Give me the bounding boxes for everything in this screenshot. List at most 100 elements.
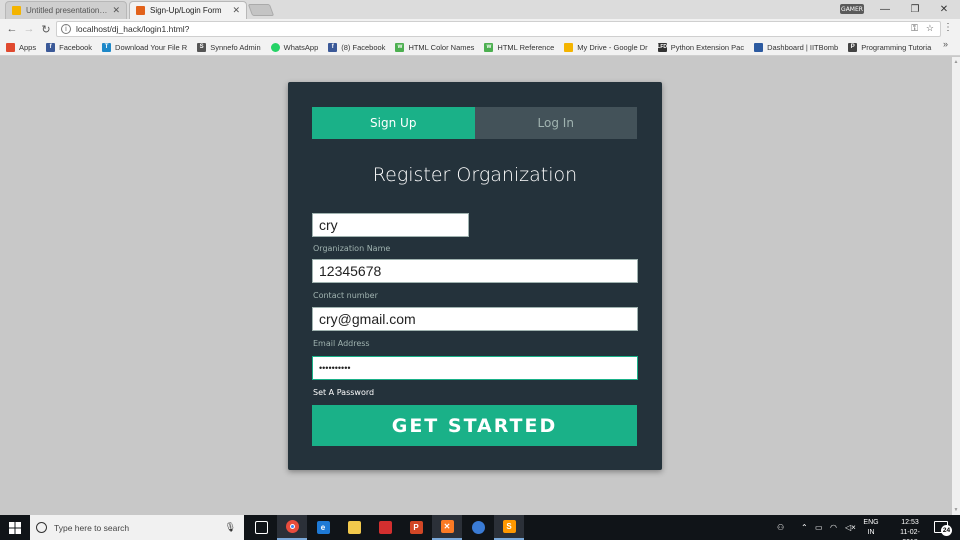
slides-icon bbox=[12, 6, 21, 15]
tray-overflow-icon[interactable]: ⌃ bbox=[801, 515, 808, 540]
language-indicator[interactable]: ENG IN bbox=[861, 518, 881, 538]
signup-form-panel: Sign Up Log In Register Organization Org… bbox=[288, 82, 662, 470]
contact-number-input[interactable] bbox=[312, 259, 638, 283]
volume-icon[interactable]: ◁× bbox=[845, 515, 856, 540]
battery-icon[interactable]: ▭ bbox=[815, 515, 823, 540]
bookmark-label: My Drive - Google Dr bbox=[577, 42, 648, 52]
start-button[interactable] bbox=[0, 515, 30, 540]
bookmark-label: HTML Color Names bbox=[408, 42, 475, 52]
email-input[interactable] bbox=[312, 307, 638, 331]
window-close-icon[interactable]: ✕ bbox=[929, 0, 959, 19]
close-icon[interactable]: ✕ bbox=[112, 5, 120, 16]
wifi-icon[interactable]: ◠ bbox=[830, 515, 837, 540]
bookmark-label: Download Your File R bbox=[115, 42, 188, 52]
action-center-icon[interactable]: 24 bbox=[934, 521, 952, 536]
bookmark-python-ext[interactable]: LFD Python Extension Pac bbox=[657, 42, 744, 52]
info-icon[interactable]: i bbox=[61, 24, 71, 34]
tab-title: Untitled presentation - G bbox=[26, 6, 109, 15]
windows-logo-icon bbox=[9, 521, 21, 534]
bookmark-facebook-8[interactable]: f (8) Facebook bbox=[328, 42, 386, 52]
bookmark-facebook[interactable]: f Facebook bbox=[46, 42, 93, 52]
w3-icon: w bbox=[484, 42, 494, 52]
synnefo-icon: S bbox=[197, 42, 207, 52]
bookmark-label: (8) Facebook bbox=[341, 42, 386, 52]
form-title: Register Organization bbox=[372, 164, 578, 186]
bookmark-label: Facebook bbox=[59, 42, 93, 52]
region-code: IN bbox=[867, 529, 875, 536]
clock-time: 12:53 bbox=[901, 519, 919, 526]
powerpoint-icon[interactable]: P bbox=[401, 515, 431, 540]
taskbar-search-box[interactable]: Type here to search 🎙 bbox=[30, 515, 244, 540]
network-app-icon[interactable] bbox=[463, 515, 493, 540]
bookmark-iitb-dashboard[interactable]: Dashboard | IITBomb bbox=[754, 42, 839, 52]
tab-login[interactable]: Log In bbox=[474, 107, 637, 139]
chrome-menu-icon[interactable]: ⋮ bbox=[941, 22, 955, 36]
google-drive-icon bbox=[564, 42, 574, 52]
bookmark-apps[interactable]: Apps bbox=[6, 42, 37, 52]
people-icon[interactable]: ⚇ bbox=[777, 515, 784, 540]
url-text: localhost/dj_hack/login1.html? bbox=[76, 24, 190, 34]
bookmark-google-drive[interactable]: My Drive - Google Dr bbox=[564, 42, 648, 52]
apps-grid-icon bbox=[6, 42, 15, 52]
form-tabs: Sign Up Log In bbox=[312, 107, 637, 139]
bookmark-label: Dashboard | IITBomb bbox=[767, 42, 839, 52]
scroll-down-icon[interactable]: ▼ bbox=[952, 507, 960, 513]
html-file-icon bbox=[136, 6, 145, 15]
browser-toolbar: ← → ↻ i localhost/dj_hack/login1.html? ⚿… bbox=[0, 19, 960, 39]
file-explorer-icon[interactable] bbox=[339, 515, 369, 540]
close-icon[interactable]: ✕ bbox=[232, 5, 240, 16]
windows-taskbar: Type here to search 🎙 e P ✕ S ⚇ ⌃ ▭ ◠ ◁×… bbox=[0, 515, 960, 540]
bookmark-label: Apps bbox=[19, 42, 37, 52]
forward-icon[interactable]: → bbox=[21, 21, 37, 37]
bookmark-html-colors[interactable]: w HTML Color Names bbox=[395, 42, 475, 52]
organization-name-input[interactable] bbox=[312, 213, 469, 237]
bookmarks-overflow-icon[interactable]: » bbox=[943, 39, 948, 49]
bookmark-programming[interactable]: P Programming Tutoria bbox=[848, 42, 931, 52]
clock-date: 11-02-2018 bbox=[900, 529, 920, 540]
page-scrollbar[interactable]: ▲ ▼ bbox=[952, 57, 960, 515]
xampp-icon[interactable]: ✕ bbox=[432, 515, 462, 540]
get-started-button[interactable]: GET STARTED bbox=[312, 405, 637, 446]
tutorial-icon: P bbox=[848, 42, 858, 52]
microphone-icon[interactable]: 🎙 bbox=[225, 522, 236, 533]
scroll-up-icon[interactable]: ▲ bbox=[952, 59, 960, 65]
facebook-icon: f bbox=[46, 42, 56, 52]
profile-chip[interactable]: GAMER bbox=[840, 4, 864, 14]
browser-tab-signup-form[interactable]: Sign-Up/Login Form ✕ bbox=[129, 1, 247, 19]
language-code: ENG bbox=[863, 519, 879, 526]
w3-icon: w bbox=[395, 42, 405, 52]
mail-app-icon[interactable] bbox=[370, 515, 400, 540]
sublime-text-icon[interactable]: S bbox=[494, 515, 524, 540]
tab-title: Sign-Up/Login Form bbox=[150, 6, 222, 15]
new-tab-button[interactable] bbox=[247, 4, 275, 16]
bookmark-html-reference[interactable]: w HTML Reference bbox=[484, 42, 555, 52]
bookmark-synnefo[interactable]: S Synnefo Admin bbox=[197, 42, 261, 52]
tab-signup[interactable]: Sign Up bbox=[312, 107, 475, 139]
whatsapp-icon bbox=[270, 42, 280, 52]
bookmark-label: WhatsApp bbox=[283, 42, 319, 52]
chrome-taskbar-icon[interactable] bbox=[277, 515, 307, 540]
reload-icon[interactable]: ↻ bbox=[38, 21, 54, 37]
contact-number-caption: Contact number bbox=[313, 291, 378, 300]
edge-taskbar-icon[interactable]: e bbox=[308, 515, 338, 540]
bookmark-star-icon[interactable]: ☆ bbox=[926, 23, 934, 34]
back-icon[interactable]: ← bbox=[4, 21, 20, 37]
bookmark-label: HTML Reference bbox=[497, 42, 555, 52]
key-icon[interactable]: ⚿ bbox=[911, 23, 918, 34]
iitb-icon bbox=[754, 42, 764, 52]
browser-tab-presentation[interactable]: Untitled presentation - G ✕ bbox=[5, 1, 127, 19]
browser-tab-strip: Untitled presentation - G ✕ Sign-Up/Logi… bbox=[0, 0, 960, 19]
address-bar[interactable]: i localhost/dj_hack/login1.html? ⚿ ☆ bbox=[56, 21, 941, 37]
search-placeholder: Type here to search bbox=[54, 522, 130, 533]
bookmark-whatsapp[interactable]: WhatsApp bbox=[270, 42, 319, 52]
bookmarks-bar: Apps f Facebook T Download Your File R S Sy… bbox=[0, 39, 960, 56]
email-caption: Email Address bbox=[313, 339, 370, 348]
restore-icon[interactable]: ❐ bbox=[900, 0, 930, 19]
minimize-icon[interactable]: — bbox=[870, 0, 900, 19]
password-input[interactable] bbox=[312, 356, 638, 380]
bookmark-download[interactable]: T Download Your File R bbox=[102, 42, 188, 52]
task-view-icon[interactable] bbox=[246, 515, 276, 540]
notification-count: 24 bbox=[941, 525, 952, 536]
t-logo-icon: T bbox=[102, 42, 112, 52]
taskbar-clock[interactable]: 12:53 11-02-2018 bbox=[893, 518, 927, 540]
